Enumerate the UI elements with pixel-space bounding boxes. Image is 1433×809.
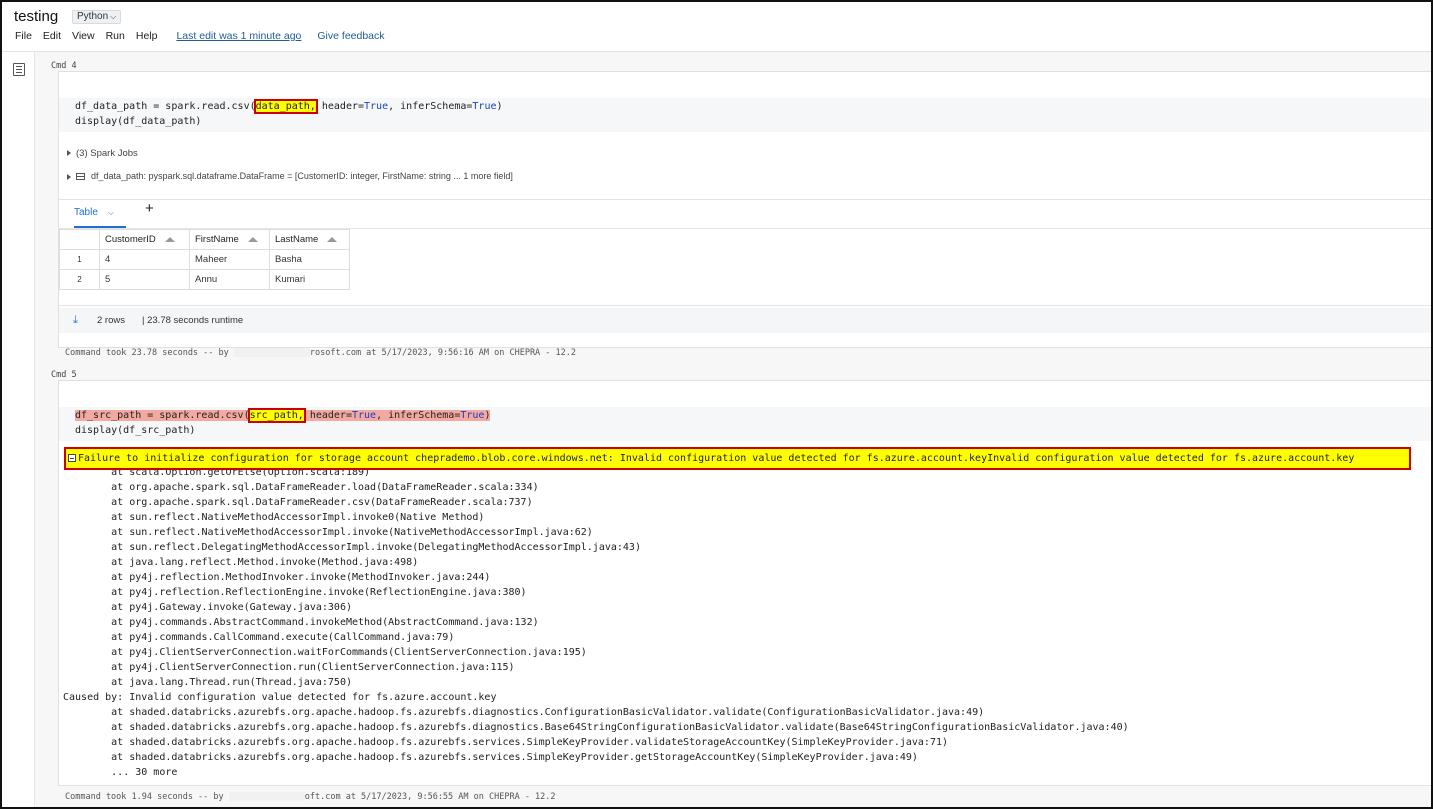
column-header-lastname[interactable]: LastName [269,229,350,250]
trace-line: Caused by: Invalid configuration value d… [63,692,497,703]
menu-run[interactable]: Run [106,30,125,42]
code-line-1: df_src_path = spark.read.csv(src_path, h… [75,408,491,423]
menu-view[interactable]: View [72,30,95,42]
notebook-header: testing Python ⌵ File Edit View Run Help … [2,2,1431,52]
trace-line: at py4j.Gateway.invoke(Gateway.java:306) [63,602,352,613]
trace-line: at shaded.databricks.azurebfs.org.apache… [63,752,918,763]
table-cell[interactable]: 5 [99,269,190,290]
menu-help[interactable]: Help [136,30,158,42]
notebook-body: Cmd 4 df_data_path = spark.read.csv(data… [35,52,1431,807]
notebook-title[interactable]: testing [14,8,58,25]
redacted-user [228,792,305,801]
menu-bar: File Edit View Run Help Last edit was 1 … [15,30,396,42]
result-panel: Table⌵ + CustomerID FirstName LastName [59,199,1431,333]
menu-edit[interactable]: Edit [43,30,61,42]
error-message[interactable]: Failure to initialize configuration for … [64,447,1411,470]
trace-line: at sun.reflect.DelegatingMethodAccessorI… [63,542,641,553]
column-header-customerid[interactable]: CustomerID [99,229,190,250]
highlighted-argument: data_path, [253,99,318,114]
sort-icon[interactable] [327,236,338,242]
sort-icon[interactable] [164,236,175,242]
row-count: 2 rows [97,315,125,326]
trace-line: at scala.Option.getOrElse(Option.scala:1… [63,470,371,478]
cell-cmd-4[interactable]: df_data_path = spark.read.csv(data_path,… [58,71,1431,348]
highlighted-argument: src_path, [247,408,306,423]
cell-cmd-5[interactable]: df_src_path = spark.read.csv(src_path, h… [58,380,1431,786]
row-number: 2 [59,269,100,290]
code-line-1: df_data_path = spark.read.csv(data_path,… [75,99,503,114]
trace-line: at java.lang.reflect.Method.invoke(Metho… [63,557,419,568]
trace-line: at org.apache.spark.sql.DataFrameReader.… [63,497,533,508]
table-of-contents-icon[interactable] [13,63,25,76]
sort-icon[interactable] [247,236,258,242]
table-cell[interactable]: Kumari [269,269,350,290]
last-edit-link[interactable]: Last edit was 1 minute ago [176,30,301,42]
result-table: CustomerID FirstName LastName 1 4 Maheer… [59,229,350,290]
trace-line: at py4j.commands.AbstractCommand.invokeM… [63,617,539,628]
dataframe-icon [76,173,85,181]
add-visualization-button[interactable]: + [145,200,154,217]
collapse-icon[interactable] [68,454,76,462]
command-took-info: Command took 23.78 seconds -- by rosoft.… [65,348,576,358]
trace-line: at org.apache.spark.sql.DataFrameReader.… [63,482,539,493]
table-header-row: CustomerID FirstName LastName [59,229,350,250]
command-took-info: Command took 1.94 seconds -- by oft.com … [65,792,556,802]
column-header-firstname[interactable]: FirstName [189,229,270,250]
table-cell[interactable]: 4 [99,249,190,270]
row-number-header [59,229,100,250]
row-number: 1 [59,249,100,270]
chevron-down-icon: ⌵ [110,12,117,21]
caret-right-icon [67,173,71,180]
trace-line: at py4j.reflection.ReflectionEngine.invo… [63,587,527,598]
give-feedback-link[interactable]: Give feedback [317,30,384,42]
cmd-4-label: Cmd 4 [51,61,77,71]
trace-line: at shaded.databricks.azurebfs.org.apache… [63,707,985,718]
redacted-user [233,348,310,357]
table-cell[interactable]: Basha [269,249,350,270]
table-row: 1 4 Maheer Basha [59,249,350,270]
runtime-info: | 23.78 seconds runtime [142,315,244,326]
code-line-2: display(df_data_path) [75,116,202,127]
left-gutter [2,52,35,807]
trace-line: at shaded.databricks.azurebfs.org.apache… [63,722,1129,733]
notebook-window: testing Python ⌵ File Edit View Run Help … [0,0,1433,809]
table-cell[interactable]: Maheer [189,249,270,270]
trace-line: at sun.reflect.NativeMethodAccessorImpl.… [63,527,593,538]
stack-trace: at scala.Option.getOrElse(Option.scala:1… [59,470,1431,776]
trace-line: at java.lang.Thread.run(Thread.java:750) [63,677,352,688]
caret-right-icon [67,150,71,157]
trace-line: at py4j.ClientServerConnection.run(Clien… [63,662,515,673]
trace-line: at py4j.ClientServerConnection.waitForCo… [63,647,587,658]
spark-jobs-toggle[interactable]: (3) Spark Jobs [67,148,138,159]
dataframe-schema-toggle[interactable]: df_data_path: pyspark.sql.dataframe.Data… [67,171,513,181]
trace-line: at sun.reflect.NativeMethodAccessorImpl.… [63,512,485,523]
download-icon[interactable]: ⤓ [73,315,78,326]
result-table-area: CustomerID FirstName LastName 1 4 Maheer… [59,228,1431,306]
trace-line: ... 30 more [63,767,178,776]
language-selector[interactable]: Python ⌵ [72,10,122,24]
trace-line: at shaded.databricks.azurebfs.org.apache… [63,737,949,748]
language-label: Python [77,11,109,22]
chevron-down-icon[interactable]: ⌵ [108,208,114,217]
code-line-2: display(df_src_path) [75,425,196,436]
table-cell[interactable]: Annu [189,269,270,290]
trace-line: at py4j.commands.CallCommand.execute(Cal… [63,632,455,643]
table-row: 2 5 Annu Kumari [59,269,350,290]
menu-file[interactable]: File [15,30,32,42]
code-editor[interactable]: df_src_path = spark.read.csv(src_path, h… [59,407,1431,441]
tab-table[interactable]: Table ⌵ [74,203,126,228]
code-editor[interactable]: df_data_path = spark.read.csv(data_path,… [59,98,1431,132]
trace-line: at py4j.reflection.MethodInvoker.invoke(… [63,572,491,583]
result-footer: ⤓ 2 rows | 23.78 seconds runtime [59,308,1431,333]
cmd-5-label: Cmd 5 [51,370,77,380]
